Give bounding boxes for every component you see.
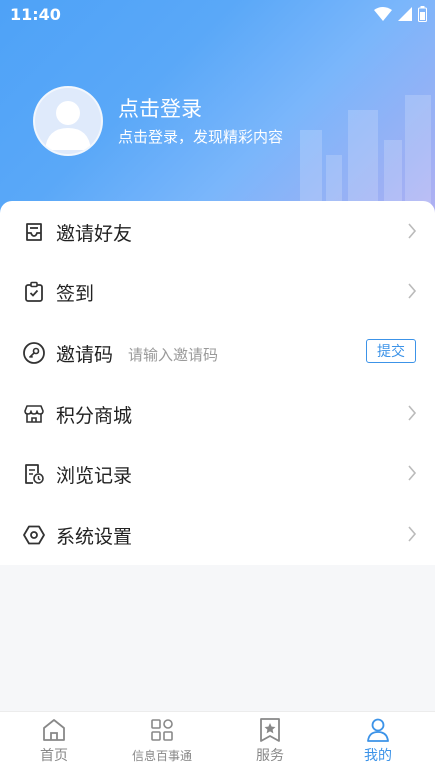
menu-item-invite-code: 邀请码 请输入邀请码 提交 xyxy=(0,322,435,382)
settings-hexagon-icon xyxy=(23,525,45,545)
key-icon xyxy=(23,342,45,364)
menu-item-label: 签到 xyxy=(56,283,95,305)
skyline-decoration xyxy=(405,95,431,210)
skyline-decoration xyxy=(384,140,402,210)
menu-list: 邀请好友 签到 邀请码 请输入邀请码 提交 积分商城 浏览记录 系统设置 xyxy=(0,201,435,565)
menu-item-label: 积分商城 xyxy=(56,405,133,427)
chevron-right-icon xyxy=(408,465,417,481)
tab-label: 我的 xyxy=(364,748,392,764)
chevron-right-icon xyxy=(408,223,417,239)
avatar[interactable] xyxy=(33,86,103,156)
chevron-right-icon xyxy=(408,405,417,421)
tab-label: 信息百事通 xyxy=(131,749,192,763)
chevron-right-icon xyxy=(408,283,417,299)
skyline-decoration xyxy=(300,130,322,210)
status-bar: 11:40 xyxy=(0,0,435,28)
chevron-right-icon xyxy=(408,526,417,542)
login-title[interactable]: 点击登录 xyxy=(118,93,202,123)
history-icon xyxy=(25,464,44,484)
tab-home[interactable]: 首页 xyxy=(0,712,108,771)
status-time: 11:40 xyxy=(10,5,61,24)
submit-button[interactable]: 提交 xyxy=(366,339,416,363)
user-icon xyxy=(367,718,389,742)
menu-item-points-mall[interactable]: 积分商城 xyxy=(0,383,435,443)
menu-item-sign-in[interactable]: 签到 xyxy=(0,261,435,321)
status-icons xyxy=(374,6,427,22)
tab-mine[interactable]: 我的 xyxy=(324,712,432,771)
battery-icon xyxy=(418,6,427,22)
menu-item-invite-friends[interactable]: 邀请好友 xyxy=(0,201,435,261)
shop-icon xyxy=(24,405,44,423)
wifi-icon xyxy=(374,7,392,21)
default-user-icon xyxy=(45,101,91,150)
tab-label: 首页 xyxy=(40,748,68,764)
menu-item-label: 系统设置 xyxy=(56,526,133,548)
menu-item-label: 邀请好友 xyxy=(56,223,133,245)
login-subtitle: 点击登录，发现精彩内容 xyxy=(118,128,284,146)
menu-item-settings[interactable]: 系统设置 xyxy=(0,504,435,564)
invite-code-input[interactable]: 请输入邀请码 xyxy=(128,344,218,365)
grid-icon xyxy=(151,719,173,741)
clipboard-check-icon xyxy=(25,281,43,302)
tab-info[interactable]: 信息百事通 xyxy=(108,712,216,771)
tab-service[interactable]: 服务 xyxy=(216,712,324,771)
menu-item-history[interactable]: 浏览记录 xyxy=(0,443,435,503)
signal-icon xyxy=(398,7,412,21)
star-bookmark-icon xyxy=(260,718,280,742)
home-icon xyxy=(43,719,65,741)
menu-item-label: 浏览记录 xyxy=(56,465,133,487)
inbox-icon xyxy=(26,223,42,241)
tab-label: 服务 xyxy=(256,748,284,764)
skyline-decoration xyxy=(348,110,378,210)
menu-item-label: 邀请码 xyxy=(56,344,114,366)
bottom-tab-bar: 首页 信息百事通 服务 我的 xyxy=(0,711,435,771)
